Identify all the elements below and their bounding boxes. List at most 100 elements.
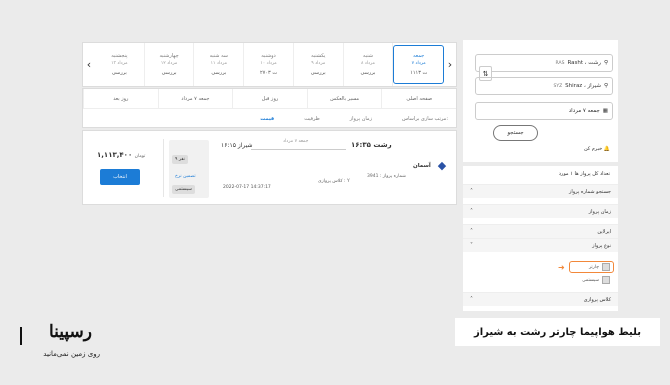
airline-logo-icon: ◆ (437, 159, 447, 172)
destination-value: Shiraz ، شیراز (565, 83, 601, 89)
location-pin-icon: ⚲ (603, 60, 608, 66)
date-item[interactable]: پنجشنبه ۱۳ مرداد بررسی (95, 43, 145, 86)
date-strip: ‹ پنجشنبه ۱۳ مرداد بررسی چهارشنبه ۱۲ مرد… (82, 42, 457, 87)
day-date: ۹ مرداد (311, 61, 326, 66)
search-panel: ⚲ Rasht ، رشت RAS ⇅ ⚲ Shiraz ، شیراز SYZ… (463, 40, 618, 162)
filter-panel: تعداد کل پرواز ها ۱ مورد جستجو شماره پرو… (463, 166, 618, 311)
day-date: ۱۳ مرداد (111, 61, 128, 66)
flight-tags: ۹ نفر تضمین نرخ سیستمی (169, 140, 209, 198)
day-name: دوشنبه (261, 53, 276, 59)
origin-value: Rasht ، رشت (567, 60, 601, 66)
date-item[interactable]: شنبه ۸ مرداد بررسی (344, 43, 394, 86)
day-date: ۷ مرداد (411, 61, 426, 66)
sort-options: مرتب سازی براساس: زمان پرواز ظرفیت قیمت (83, 109, 456, 128)
flight-number: شماره پرواز : 3941 (367, 174, 406, 179)
option-system[interactable]: سیستمی (582, 276, 610, 284)
day-price: بررسی (111, 70, 127, 76)
divider (163, 139, 164, 197)
location-pin-icon: ⚲ (603, 83, 608, 89)
nav-tabs: صفحه اصلی مسیر بالعکس روز قبل جمعه ۷ مرد… (83, 89, 456, 109)
filter-label: کلاس پروازی (583, 296, 611, 303)
destination-code: SYZ (553, 83, 563, 89)
day-name: یکشنبه (311, 53, 326, 59)
filter-label: ایرلاین (597, 228, 611, 235)
tab-current-day[interactable]: جمعه ۷ مرداد (157, 89, 233, 108)
notify-me-link[interactable]: خبرم کن 🔔 (584, 146, 610, 152)
origin-field[interactable]: ⚲ Rasht ، رشت RAS (475, 54, 613, 72)
day-name: چهارشنبه (159, 53, 179, 59)
sort-by-capacity[interactable]: ظرفیت (304, 116, 320, 122)
date-field[interactable]: ▦ جمعه ۷ مرداد (475, 102, 613, 120)
day-price: بررسی (360, 70, 376, 76)
date-item[interactable]: چهارشنبه ۱۲ مرداد بررسی (145, 43, 195, 86)
sort-by-time[interactable]: زمان پرواز (350, 116, 372, 122)
logo-tagline: روی زمین نمی‌مانید (43, 350, 100, 358)
chevron-up-icon: ˄ (470, 228, 473, 235)
flight-class: کلاس پروازی : Y (318, 179, 350, 184)
option-charter[interactable]: چارتر (589, 263, 610, 271)
logo-text: رسپینا (48, 322, 92, 342)
sort-label: مرتب سازی براساس: (401, 115, 448, 122)
day-date: ۱۰ مرداد (260, 61, 277, 66)
day-price: ۱۱۱۳ ت (410, 70, 428, 76)
filter-class[interactable]: کلاس پروازی ˄ (463, 292, 618, 306)
day-price: ۲۷۰۳ ت (259, 70, 278, 76)
day-name: سه شنبه (209, 53, 228, 59)
notify-label: خبرم کن (583, 146, 603, 152)
day-name: جمعه (413, 53, 425, 59)
chevron-up-icon: ˄ (470, 296, 473, 303)
date-item-selected[interactable]: جمعه ۷ مرداد ۱۱۱۳ ت (393, 45, 445, 84)
date-value: جمعه ۷ مرداد (568, 108, 600, 114)
route-date: جمعه ۷ مرداد (283, 139, 309, 144)
day-price: بررسی (211, 70, 227, 76)
filter-label: زمان پرواز (588, 208, 611, 215)
checkbox[interactable] (602, 263, 610, 271)
timestamp: 2022-07-17 14:37:17 (223, 185, 271, 190)
filter-airline[interactable]: ایرلاین ˄ (463, 224, 618, 238)
chevron-up-icon: ˄ (470, 208, 473, 215)
day-price: بررسی (161, 70, 177, 76)
filter-flight-number[interactable]: جستجو شماره پرواز ˄ (463, 184, 618, 198)
search-button[interactable]: جستجو (493, 125, 538, 141)
tab-reverse-route[interactable]: مسیر بالعکس (306, 89, 382, 108)
destination-field[interactable]: ⚲ Shiraz ، شیراز SYZ (475, 77, 613, 95)
departure-time: رشت ۱۶:۳۵ (351, 141, 392, 149)
airline-name: آسمان (413, 163, 431, 169)
route-line (251, 149, 346, 150)
tab-home[interactable]: صفحه اصلی (381, 89, 456, 108)
filter-label: نوع پرواز (592, 242, 611, 249)
seats-badge: ۹ نفر (172, 155, 188, 164)
day-price: بررسی (310, 70, 326, 76)
price-value: ۱,۱۱۳,۴۰۰ (97, 151, 133, 159)
caption-banner: بلیط هواپیما چارتر رشت به شیراز (455, 318, 660, 346)
day-date: ۱۲ مرداد (160, 61, 178, 66)
option-label: چارتر (588, 264, 599, 270)
option-label: سیستمی (582, 277, 599, 283)
filter-label: جستجو شماره پرواز (568, 188, 611, 195)
logo-mark (20, 327, 22, 345)
date-list: پنجشنبه ۱۳ مرداد بررسی چهارشنبه ۱۲ مرداد… (95, 43, 445, 86)
chevron-down-icon: ˅ (470, 242, 473, 249)
arrival-time: شیراز ۱۶:۱۵ (221, 142, 253, 149)
next-date-arrow-icon[interactable]: › (444, 43, 456, 86)
filter-flight-type[interactable]: نوع پرواز ˅ (463, 238, 618, 252)
date-item[interactable]: دوشنبه ۱۰ مرداد ۲۷۰۳ ت (244, 43, 294, 86)
day-name: پنجشنبه (111, 53, 128, 59)
checkbox[interactable] (602, 276, 610, 284)
select-flight-button[interactable]: انتخاب (100, 169, 140, 185)
tab-previous-day[interactable]: روز قبل (232, 89, 307, 108)
day-date: ۱۱ مرداد (210, 61, 227, 66)
calendar-icon: ▦ (602, 108, 608, 114)
sort-panel: صفحه اصلی مسیر بالعکس روز قبل جمعه ۷ مرد… (82, 88, 457, 128)
price-guarantee-badge: تضمین نرخ (175, 174, 196, 179)
day-date: ۸ مرداد (360, 61, 375, 66)
date-item[interactable]: سه شنبه ۱۱ مرداد بررسی (194, 43, 245, 86)
bell-icon: 🔔 (603, 146, 610, 152)
price-unit: تومان (134, 154, 146, 159)
date-item[interactable]: یکشنبه ۹ مرداد بررسی (294, 43, 344, 86)
tab-next-day[interactable]: روز بعد (83, 89, 158, 108)
filter-flight-time[interactable]: زمان پرواز ˄ (463, 204, 618, 218)
prev-date-arrow-icon[interactable]: ‹ (83, 43, 95, 86)
price: ۱,۱۱۳,۴۰۰ تومان (97, 151, 145, 159)
sort-by-price[interactable]: قیمت (260, 116, 274, 122)
